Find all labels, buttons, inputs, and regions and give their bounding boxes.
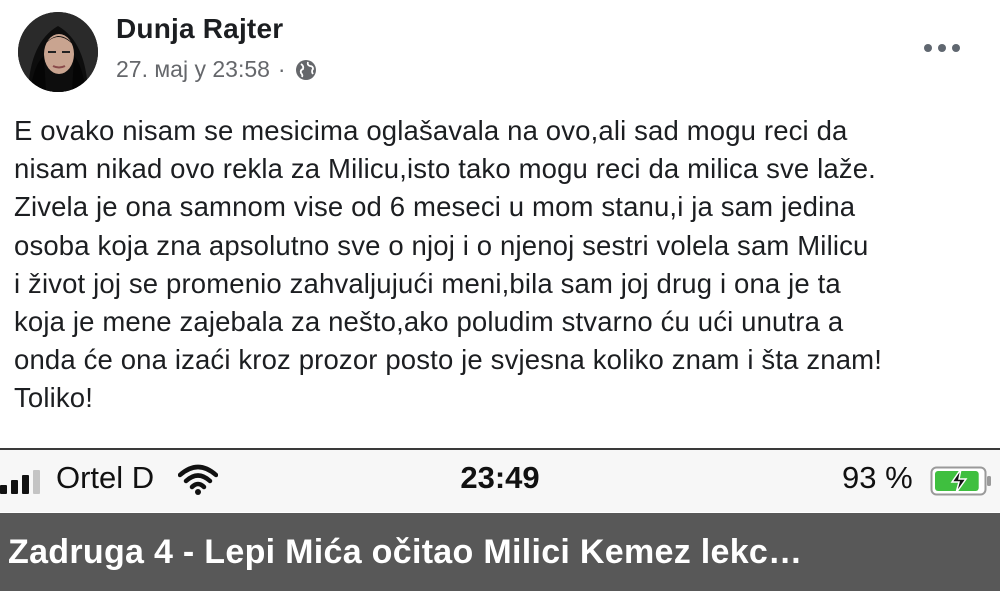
globe-icon[interactable] [294,58,318,82]
video-caption-bar: Zadruga 4 - Lepi Mića očitao Milici Keme… [0,513,1000,591]
phone-status-bar: Ortel D 23:49 93 % [0,450,1000,512]
more-options-icon[interactable] [912,28,972,68]
post-timestamp[interactable]: 27. мај у 23:58 [116,56,270,83]
facebook-post: Dunja Rajter 27. мај у 23:58 · E ovako n… [0,0,1000,448]
post-meta: 27. мај у 23:58 · [116,56,318,83]
battery-percentage: 93 % [842,460,913,495]
meta-separator: · [277,56,286,82]
post-author-name[interactable]: Dunja Rajter [116,13,283,45]
video-caption-title: Zadruga 4 - Lepi Mića očitao Milici Keme… [8,533,803,571]
avatar-image [18,12,98,92]
post-body-text: E ovako nisam se mesicima oglašavala na … [14,115,882,414]
battery-charging-icon [930,466,994,501]
avatar[interactable] [18,12,98,92]
